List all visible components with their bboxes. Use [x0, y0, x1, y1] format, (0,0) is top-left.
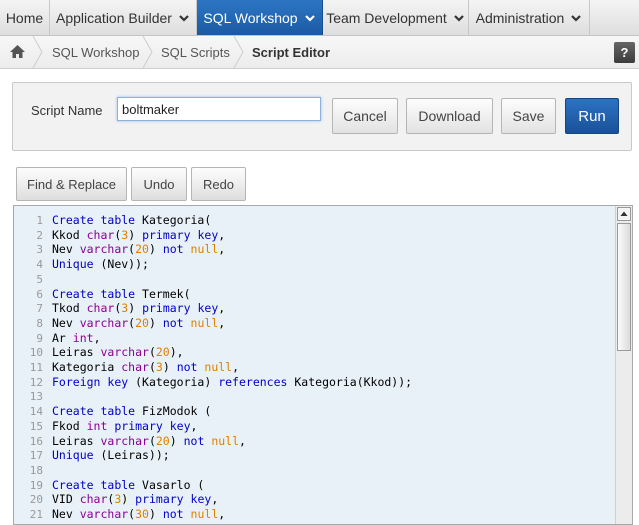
line-number: 7 — [36, 302, 43, 316]
code-line: 10 Leiras varchar(20), — [14, 345, 614, 360]
line-number: 6 — [36, 287, 43, 301]
code-text: Leiras varchar(20) not null, — [52, 433, 246, 448]
tab-label: Application Builder — [56, 9, 172, 26]
editor-scrollbar[interactable] — [615, 206, 632, 524]
breadcrumb-sql-scripts[interactable]: SQL Scripts — [161, 36, 230, 68]
chevron-down-icon — [454, 14, 464, 22]
find-replace-button[interactable]: Find & Replace — [16, 167, 127, 201]
help-button[interactable]: ? — [614, 42, 635, 63]
code-text: Kkod char(3) primary key, — [52, 227, 226, 242]
code-line: 5 — [14, 272, 614, 287]
code-text: Create table Vasarlo ( — [52, 477, 205, 492]
home-icon[interactable] — [9, 44, 26, 59]
code-line: 3 Nev varchar(20) not null, — [14, 242, 614, 257]
code-text: Unique (Nev)); — [52, 257, 149, 272]
line-number: 4 — [36, 258, 43, 272]
breadcrumb: SQL Workshop SQL Scripts Script Editor — [0, 36, 639, 69]
line-number: 8 — [36, 316, 43, 330]
breadcrumb-current: Script Editor — [252, 44, 331, 60]
code-text: Tkod char(3) primary key, — [52, 301, 226, 316]
line-number: 15 — [29, 419, 43, 433]
undo-button[interactable]: Undo — [131, 167, 187, 201]
tab-label: SQL Workshop — [203, 9, 298, 26]
code-line: 19 Create table Vasarlo ( — [14, 478, 614, 493]
tab-home[interactable]: Home — [0, 0, 50, 35]
line-number: 17 — [29, 449, 43, 463]
redo-button[interactable]: Redo — [191, 167, 246, 201]
cancel-button[interactable]: Cancel — [332, 98, 398, 134]
code-text: Create table FizModok ( — [52, 404, 212, 419]
code-text: Fkod int primary key, — [52, 418, 198, 433]
line-number: 1 — [36, 214, 43, 227]
code-line: 17 Unique (Leiras)); — [14, 448, 614, 463]
line-number: 20 — [29, 493, 43, 507]
code-line: 13 — [14, 389, 614, 404]
code-line: 9 Ar int, — [14, 331, 614, 346]
breadcrumb-separator — [142, 36, 153, 68]
run-button[interactable]: Run — [565, 98, 619, 134]
code-text: Create table Kategoria( — [52, 213, 212, 227]
code-line: 14 Create table FizModok ( — [14, 404, 614, 419]
code-line: 18 — [14, 463, 614, 478]
line-number: 9 — [36, 331, 43, 345]
code-text: Leiras varchar(20), — [52, 345, 184, 360]
code-line: 4 Unique (Nev)); — [14, 257, 614, 272]
code-line: 12 Foreign key (Kategoria) references Kat… — [14, 375, 614, 390]
code-editor[interactable]: 1 Create table Kategoria( 2 Kkod char(3) pr… — [13, 205, 633, 525]
line-number: 18 — [29, 463, 43, 477]
tab-label: Team Development — [326, 9, 447, 26]
code-text: VID char(3) primary key, — [52, 492, 219, 507]
line-number: 12 — [29, 375, 43, 389]
line-number: 16 — [29, 434, 43, 448]
line-number: 13 — [29, 390, 43, 404]
line-number: 3 — [36, 243, 43, 257]
top-navigation: Home Application Builder SQL Workshop Te… — [0, 0, 639, 36]
tab-sql-workshop[interactable]: SQL Workshop — [197, 0, 323, 35]
scrollbar-thumb[interactable] — [617, 223, 631, 351]
code-line: 1 Create table Kategoria( — [14, 213, 614, 228]
code-text: Ar int, — [52, 330, 101, 345]
script-name-label: Script Name — [31, 103, 103, 118]
code-text: Nev varchar(20) not null, — [52, 242, 226, 257]
code-line: 11 Kategoria char(3) not null, — [14, 360, 614, 375]
chevron-down-icon — [571, 14, 582, 22]
code-line: 6 Create table Termek( — [14, 287, 614, 302]
line-number: 11 — [29, 361, 43, 374]
code-text: Foreign key (Kategoria) references Kateg… — [52, 374, 413, 389]
code-text: Kategoria char(3) not null, — [52, 360, 240, 374]
tab-label: Home — [5, 9, 44, 26]
line-number: 14 — [29, 405, 43, 419]
code-text: Nev varchar(20) not null, — [52, 315, 226, 330]
code-line: 20 VID char(3) primary key, — [14, 492, 614, 507]
breadcrumb-separator — [233, 36, 244, 68]
breadcrumb-separator — [32, 36, 43, 68]
chevron-down-icon — [179, 14, 189, 22]
line-number: 10 — [29, 346, 43, 360]
script-name-input[interactable] — [117, 97, 321, 121]
code-line: 2 Kkod char(3) primary key, — [14, 228, 614, 243]
tab-label: Administration — [475, 9, 565, 26]
code-line: 7 Tkod char(3) primary key, — [14, 301, 614, 316]
tab-application-builder[interactable]: Application Builder — [50, 0, 197, 35]
code-line: 8 Nev varchar(20) not null, — [14, 316, 614, 331]
line-number: 5 — [36, 272, 43, 286]
code-text: Unique (Leiras)); — [52, 448, 170, 463]
download-button[interactable]: Download — [406, 98, 493, 134]
tab-team-development[interactable]: Team Development — [323, 0, 469, 35]
code-text: Create table Termek( — [52, 286, 191, 301]
code-line: 16 Leiras varchar(20) not null, — [14, 434, 614, 449]
chevron-down-icon — [304, 14, 315, 22]
scroll-up-arrow-icon[interactable] — [617, 207, 631, 221]
line-number: 2 — [36, 228, 43, 242]
line-number: 19 — [29, 478, 43, 492]
breadcrumb-sql-workshop[interactable]: SQL Workshop — [52, 36, 139, 68]
code-line: 15 Fkod int primary key, — [14, 419, 614, 434]
save-button[interactable]: Save — [501, 98, 556, 134]
tab-administration[interactable]: Administration — [469, 0, 590, 35]
